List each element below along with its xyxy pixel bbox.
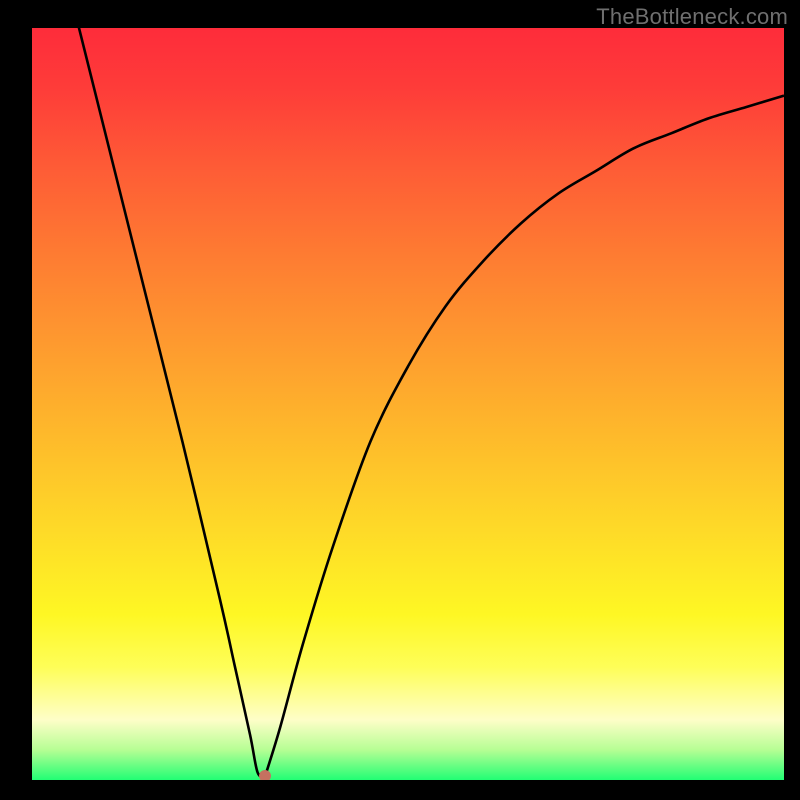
watermark-text: TheBottleneck.com [596,4,788,30]
optimal-point-marker [259,770,271,780]
chart-plot-area [32,28,784,780]
bottleneck-curve [32,28,784,780]
